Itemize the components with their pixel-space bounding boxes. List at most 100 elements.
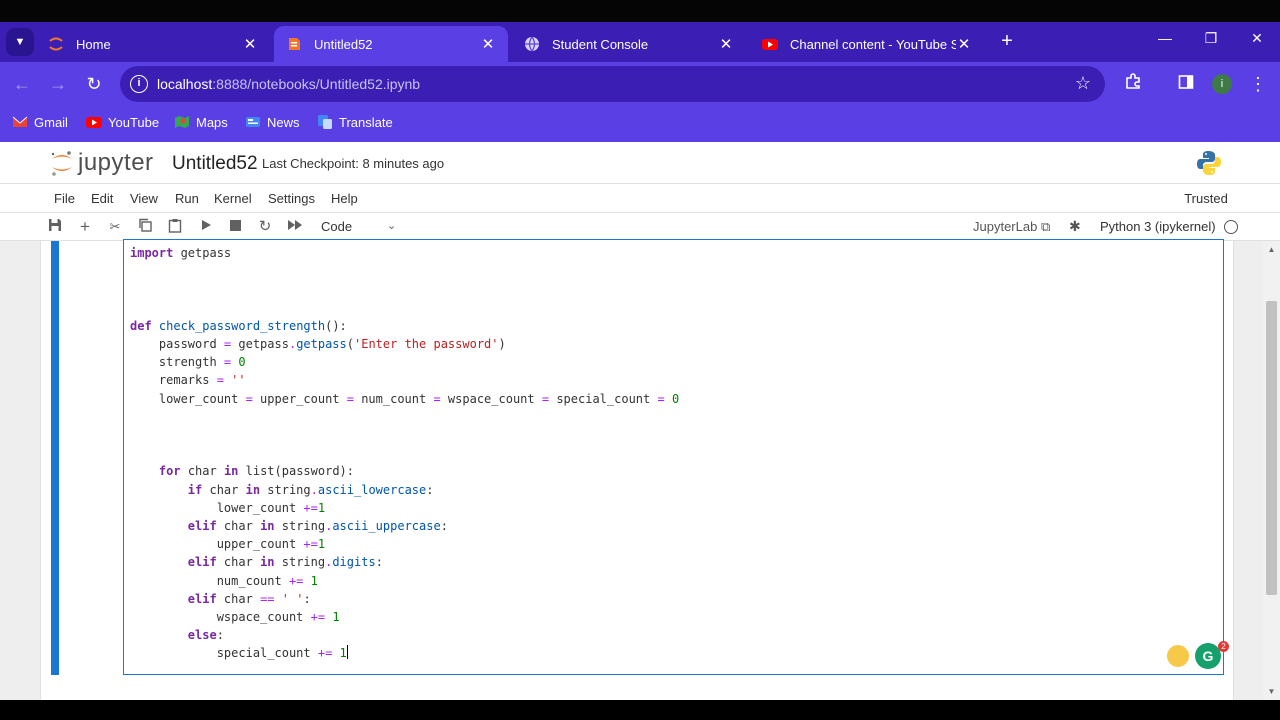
- notebook-panel: import getpass def check_password_streng…: [40, 239, 1234, 700]
- copy-button[interactable]: [136, 218, 154, 236]
- new-tab-button[interactable]: +: [996, 30, 1018, 52]
- youtube-favicon-icon: [762, 36, 778, 52]
- vertical-scrollbar[interactable]: ▲ ▼: [1263, 241, 1280, 700]
- arrow-left-icon: ←: [13, 74, 31, 94]
- restore-icon: ❐: [1204, 30, 1218, 46]
- code-cell-editor[interactable]: import getpass def check_password_streng…: [123, 239, 1224, 675]
- close-icon[interactable]: ✕: [242, 35, 258, 53]
- browser-tab-strip: ▼ Home ✕ Untitled52 ✕ Student Console ✕ …: [0, 22, 1280, 62]
- jupyterlab-link-label: JupyterLab: [973, 219, 1038, 234]
- close-icon[interactable]: ✕: [480, 35, 496, 53]
- restart-run-all-button[interactable]: [286, 218, 304, 236]
- refresh-icon: ↻: [258, 218, 272, 235]
- bookmark-news[interactable]: News: [245, 114, 300, 130]
- browser-menu-button[interactable]: ⋮: [1246, 72, 1270, 96]
- browser-toolbar: ← → ↻ i localhost:8888/notebooks/Untitle…: [0, 62, 1280, 106]
- cell-type-select[interactable]: Code: [321, 219, 352, 234]
- interrupt-kernel-button[interactable]: [226, 218, 244, 236]
- cut-button[interactable]: ✂: [106, 218, 124, 236]
- scroll-down-icon[interactable]: ▼: [1266, 687, 1277, 696]
- maps-icon: [175, 116, 189, 128]
- more-vertical-icon: ⋮: [1249, 74, 1267, 94]
- jupyter-logo-icon: [51, 151, 72, 176]
- save-button[interactable]: [46, 218, 64, 236]
- url-path: :8888/notebooks/Untitled52.ipynb: [212, 76, 421, 92]
- trusted-indicator[interactable]: Trusted: [1176, 187, 1236, 209]
- menu-file[interactable]: File: [54, 191, 75, 206]
- jupyter-logo-text: jupyter: [78, 149, 154, 176]
- forward-button[interactable]: →: [46, 72, 70, 96]
- reload-button[interactable]: ↻: [82, 72, 106, 96]
- tab-title: Untitled52: [314, 36, 373, 52]
- notebook-title[interactable]: Untitled52: [172, 153, 258, 175]
- screen-bottom-bar: [0, 700, 1280, 720]
- menu-view[interactable]: View: [130, 191, 158, 206]
- plus-icon: +: [80, 217, 90, 236]
- kernel-name[interactable]: Python 3 (ipykernel): [1100, 219, 1216, 234]
- puzzle-icon: [1124, 73, 1142, 94]
- bookmark-translate[interactable]: Translate: [317, 114, 393, 130]
- close-icon[interactable]: ✕: [956, 35, 972, 53]
- bookmark-label: Gmail: [34, 114, 68, 130]
- close-icon[interactable]: ✕: [718, 35, 734, 53]
- chevron-down-icon[interactable]: ⌄: [387, 219, 396, 232]
- bookmarks-bar: Gmail YouTube Maps News Translate: [0, 106, 1280, 142]
- paste-button[interactable]: [166, 218, 184, 236]
- python-logo-icon: [1196, 150, 1222, 181]
- side-panel-button[interactable]: [1174, 72, 1198, 96]
- chevron-down-icon: ▼: [14, 36, 26, 48]
- arrow-right-icon: →: [49, 74, 67, 94]
- side-panel-icon: [1178, 74, 1194, 94]
- bookmark-maps[interactable]: Maps: [174, 114, 228, 130]
- bookmark-youtube[interactable]: YouTube: [86, 114, 159, 130]
- restore-button[interactable]: ❐: [1199, 30, 1223, 47]
- minimize-icon: —: [1158, 30, 1172, 46]
- bookmark-star-icon[interactable]: ☆: [1075, 73, 1091, 94]
- bookmark-label: Maps: [196, 114, 228, 130]
- external-link-icon: ⧉: [1040, 219, 1051, 234]
- debugger-bug-icon[interactable]: ✱: [1069, 218, 1081, 235]
- scrollbar-thumb[interactable]: [1266, 301, 1277, 595]
- last-checkpoint: Last Checkpoint: 8 minutes ago: [262, 156, 445, 171]
- info-icon[interactable]: i: [130, 75, 148, 93]
- gmail-icon: [12, 116, 28, 127]
- code-content[interactable]: import getpass def check_password_streng…: [130, 244, 679, 663]
- insert-cell-button[interactable]: +: [76, 218, 94, 236]
- globe-icon: [524, 36, 540, 52]
- scroll-up-icon[interactable]: ▲: [1266, 245, 1277, 254]
- tab-student-console[interactable]: Student Console ✕: [512, 26, 746, 62]
- jupyter-header: jupyter Untitled52 Last Checkpoint: 8 mi…: [0, 142, 1280, 184]
- cell-collapser[interactable]: [51, 241, 59, 675]
- stop-icon: [229, 220, 241, 231]
- menu-settings[interactable]: Settings: [268, 191, 315, 206]
- youtube-icon: [86, 117, 102, 128]
- bookmark-gmail[interactable]: Gmail: [12, 114, 68, 130]
- tab-home[interactable]: Home ✕: [36, 26, 270, 62]
- menu-run[interactable]: Run: [175, 191, 199, 206]
- screen-top-bar: [0, 0, 1280, 22]
- tab-youtube-studio[interactable]: Channel content - YouTube Stu ✕: [750, 26, 984, 62]
- back-button[interactable]: ←: [10, 72, 34, 96]
- extensions-button[interactable]: [1121, 72, 1145, 96]
- jupyter-favicon-icon: [48, 36, 64, 52]
- notebook-favicon-icon: [286, 36, 302, 52]
- menu-kernel[interactable]: Kernel: [214, 191, 252, 206]
- menu-edit[interactable]: Edit: [91, 191, 113, 206]
- restart-kernel-button[interactable]: ↻: [256, 218, 274, 236]
- reload-icon: ↻: [86, 74, 102, 94]
- nerd-emoji-icon[interactable]: [1167, 645, 1189, 667]
- address-bar[interactable]: i localhost:8888/notebooks/Untitled52.ip…: [120, 66, 1105, 102]
- jupyter-logo[interactable]: jupyter: [50, 148, 154, 178]
- tab-search-button[interactable]: ▼: [6, 28, 34, 56]
- minimize-button[interactable]: —: [1153, 30, 1177, 46]
- menu-help[interactable]: Help: [331, 191, 358, 206]
- close-window-button[interactable]: ✕: [1245, 30, 1269, 47]
- jupyterlab-link[interactable]: JupyterLab ⧉: [973, 219, 1050, 235]
- run-cell-button[interactable]: [197, 218, 215, 236]
- copy-icon: [139, 218, 152, 232]
- tab-untitled52[interactable]: Untitled52 ✕: [274, 26, 508, 62]
- bookmark-label: Translate: [339, 114, 393, 130]
- news-icon: [246, 117, 260, 127]
- translate-icon: [318, 115, 332, 129]
- profile-avatar[interactable]: i: [1212, 74, 1232, 94]
